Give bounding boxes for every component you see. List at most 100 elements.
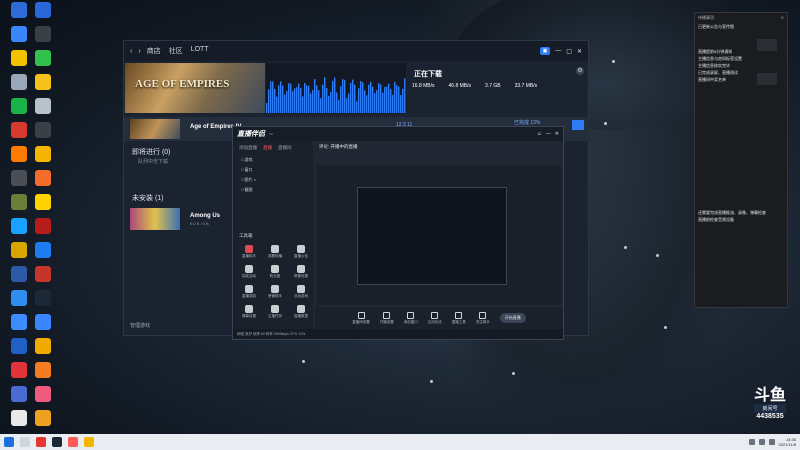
toolbox-item[interactable]: 直播数据 [289,305,313,319]
toolbox-item[interactable]: 主播任务 [263,305,287,319]
taskbar-app-icon[interactable] [36,437,46,447]
snowflake [430,380,433,383]
stream-control-button[interactable]: 关注助手 [476,311,490,325]
speed-graph-bar [278,85,280,113]
tab-live[interactable]: 直播 [263,145,272,151]
note-line[interactable]: 主播信息核实完毕 [695,62,787,69]
pause-button[interactable] [572,120,584,130]
app-icon [11,26,27,42]
note-attachment[interactable] [757,39,777,51]
tool-icon [297,245,305,253]
toolbox-item[interactable]: 抽奖活动 [237,265,261,279]
note-line[interactable]: 主播信息与房间标签设置 [695,55,787,62]
streaming-window[interactable]: 直播伴侣 ☺ — ✕ 添加直播 直播 直播间 □ 游戏 □ 窗口 □ 图片 × … [232,126,564,340]
stream-control-button[interactable]: 直播间设置 [352,311,370,325]
stream-control-button[interactable]: 开播设置 [380,311,394,325]
note-line[interactable]: 直播前检查音频设备 [695,216,789,223]
taskbar-app-icon[interactable] [84,437,94,447]
speed-graph-bar [310,93,312,113]
tool-label: 主播任务 [268,314,282,318]
back-icon[interactable]: ‹ [130,48,132,55]
close-icon[interactable]: ✕ [781,15,784,21]
app-icon [35,362,51,378]
toolbox-item[interactable]: 观看转播 [263,245,287,259]
toolbox-item[interactable]: 房管设置 [289,265,313,279]
tool-label: 房管助手 [268,294,282,298]
speed-graph-bar [326,87,328,113]
clock-date: 2021/11/8 [778,442,797,447]
tab-user[interactable]: LOTT [191,46,209,56]
speed-graph-bar [272,81,274,113]
toolbox-item[interactable]: 互动游戏 [289,285,313,299]
source-item[interactable]: □ 截图 [233,185,313,195]
ime-icon[interactable] [768,439,775,445]
snowflake [656,254,659,257]
notes-panel[interactable]: 待播事项 ✕ 已更新公告与宣传图 直播提前5分钟通知 主播信息与房间标签设置 主播信息… [694,12,788,308]
app-icon [35,194,51,210]
start-icon[interactable] [4,437,14,447]
tool-label: 直播数据 [294,314,308,318]
close-icon[interactable]: ✕ [555,131,559,137]
room-number: 4438535 [756,413,784,420]
tab-store[interactable]: 商店 [147,46,161,56]
tab-community[interactable]: 社区 [169,46,183,56]
forward-icon[interactable]: › [138,48,140,55]
close-icon[interactable]: ✕ [577,48,582,55]
speed-graph-bar [378,83,380,113]
source-item[interactable]: □ 窗口 [233,165,313,175]
network-icon[interactable] [748,439,755,445]
toolbox-item[interactable]: 弹幕设置 [237,305,261,319]
section-in-progress[interactable]: 即将进行 (0) [132,147,171,157]
banner-title: AGE OF EMPIRES [135,78,230,90]
note-line[interactable]: 还需要完成直播推流、录像、弹幕检查 [695,209,789,216]
client-tabs: 商店 社区 LOTT [147,46,209,56]
tab-room[interactable]: 直播间 [278,145,292,151]
speed-graph-bar [368,84,370,113]
toolbox-item[interactable]: 直播助手 [237,245,261,259]
clock[interactable]: 14:35 2021/11/8 [779,437,797,447]
among-us-name: Among Us [190,213,220,219]
taskbar-app-icon[interactable] [68,437,78,447]
download-percent: 已完成 13% [514,120,541,126]
source-item[interactable]: □ 图片 × [233,175,313,185]
friends-button[interactable]: ▣ [539,47,551,55]
toolbox-item[interactable]: 房管助手 [263,285,287,299]
gear-icon[interactable]: ⚙ [576,67,584,75]
taskbar-app-icon[interactable] [52,437,62,447]
note-line[interactable]: 已更新公告与宣传图 [695,23,787,30]
avatar[interactable]: ☺ [537,131,542,137]
speed-graph-bar [350,82,352,113]
minimize-icon[interactable]: — [555,48,561,54]
manage-games-link[interactable]: 管理游戏 [130,322,150,329]
speed-graph-bar [308,85,310,113]
speed-graph-bar [324,77,326,113]
speed-graph-bar [294,88,296,113]
minimize-icon[interactable]: — [546,131,551,137]
app-icon [35,2,51,18]
tab-add-stream[interactable]: 添加直播 [239,145,257,151]
stream-control-button[interactable]: 添加窗口 [403,311,418,325]
speed-graph-bar [358,88,360,113]
maximize-icon[interactable]: ▢ [566,48,572,55]
section-uninstalled[interactable]: 未安装 (1) [132,193,164,203]
control-icon [357,311,365,319]
stream-control-button[interactable]: 互动玩法 [428,311,442,325]
note-attachment[interactable] [757,73,777,85]
stream-preview[interactable] [317,165,561,305]
search-icon[interactable] [20,437,30,447]
tool-icon [297,265,305,273]
app-icon [35,218,51,234]
toolbox-item[interactable]: 粉丝团 [263,265,287,279]
game-banner[interactable]: AGE OF EMPIRES [125,63,265,113]
start-stream-button[interactable]: 开始直播 [499,313,526,323]
toolbox-item[interactable]: 直播公告 [289,245,313,259]
version-badge [269,133,273,135]
volume-icon[interactable] [758,439,765,445]
app-icon [11,290,27,306]
control-label: 添加窗口 [403,319,418,324]
among-us-thumbnail[interactable] [130,208,180,230]
source-item[interactable]: □ 游戏 [233,155,313,165]
stream-control-button[interactable]: 直播工具 [452,311,466,325]
speed-graph-bar [404,78,406,113]
toolbox-item[interactable]: 直播录制 [237,285,261,299]
